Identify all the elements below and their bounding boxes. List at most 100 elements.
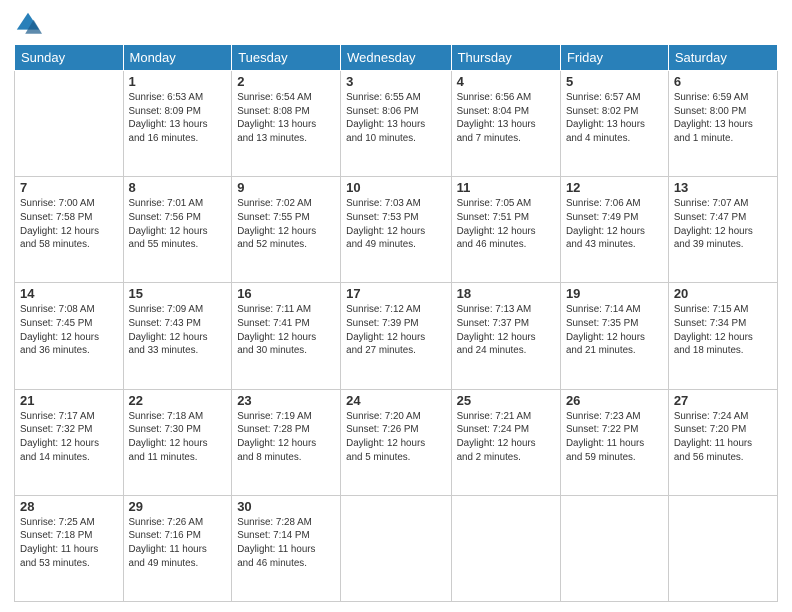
day-number: 13 <box>674 180 772 195</box>
day-cell: 29Sunrise: 7:26 AM Sunset: 7:16 PM Dayli… <box>123 495 232 601</box>
day-info: Sunrise: 6:53 AM Sunset: 8:09 PM Dayligh… <box>129 91 227 146</box>
day-info: Sunrise: 7:19 AM Sunset: 7:28 PM Dayligh… <box>237 410 335 465</box>
day-cell: 30 Sunrise: 7:28 AM Sunset: 7:14 PM Dayli… <box>232 495 341 601</box>
day-number: 14 <box>20 286 118 301</box>
week-row-1: 1 Sunrise: 6:53 AM Sunset: 8:09 PM Daylig… <box>15 71 778 177</box>
day-number: 30 <box>237 499 335 514</box>
logo-icon <box>14 10 42 38</box>
day-number: 21 <box>20 393 118 408</box>
day-cell: 27 Sunrise: 7:24 AM Sunset: 7:20 PM Dayli… <box>668 389 777 495</box>
day-number: 23 <box>237 393 335 408</box>
day-cell: 20 Sunrise: 7:15 AM Sunset: 7:34 PM Dayli… <box>668 283 777 389</box>
day-info: Sunrise: 6:54 AM Sunset: 8:08 PM Dayligh… <box>237 91 335 146</box>
day-cell <box>668 495 777 601</box>
week-row-2: 7 Sunrise: 7:00 AM Sunset: 7:58 PM Daylig… <box>15 177 778 283</box>
day-cell: 16 Sunrise: 7:11 AM Sunset: 7:41 PM Dayli… <box>232 283 341 389</box>
day-cell: 22 Sunrise: 7:18 AM Sunset: 7:30 PM Dayli… <box>123 389 232 495</box>
day-info: Sunrise: 7:14 AM Sunset: 7:35 PM Dayligh… <box>566 303 663 358</box>
day-cell: 4Sunrise: 6:56 AM Sunset: 8:04 PM Daylig… <box>451 71 560 177</box>
calendar: SundayMondayTuesdayWednesdayThursdayFrid… <box>14 44 778 602</box>
day-info: Sunrise: 7:09 AM Sunset: 7:43 PM Dayligh… <box>129 303 227 358</box>
day-cell: 21 Sunrise: 7:17 AM Sunset: 7:32 PM Dayli… <box>15 389 124 495</box>
day-info: Sunrise: 7:00 AM Sunset: 7:58 PM Dayligh… <box>20 197 118 252</box>
day-info: Sunrise: 7:05 AM Sunset: 7:51 PM Dayligh… <box>457 197 555 252</box>
day-info: Sunrise: 7:12 AM Sunset: 7:39 PM Dayligh… <box>346 303 445 358</box>
day-cell: 11 Sunrise: 7:05 AM Sunset: 7:51 PM Dayli… <box>451 177 560 283</box>
col-header-thursday: Thursday <box>451 45 560 71</box>
day-cell: 17 Sunrise: 7:12 AM Sunset: 7:39 PM Dayli… <box>341 283 451 389</box>
day-cell: 7 Sunrise: 7:00 AM Sunset: 7:58 PM Daylig… <box>15 177 124 283</box>
day-cell <box>15 71 124 177</box>
day-info: Sunrise: 7:26 AM Sunset: 7:16 PM Dayligh… <box>129 516 227 571</box>
day-info: Sunrise: 7:24 AM Sunset: 7:20 PM Dayligh… <box>674 410 772 465</box>
col-header-monday: Monday <box>123 45 232 71</box>
day-cell: 15Sunrise: 7:09 AM Sunset: 7:43 PM Dayli… <box>123 283 232 389</box>
day-info: Sunrise: 7:18 AM Sunset: 7:30 PM Dayligh… <box>129 410 227 465</box>
day-info: Sunrise: 7:08 AM Sunset: 7:45 PM Dayligh… <box>20 303 118 358</box>
day-cell: 28Sunrise: 7:25 AM Sunset: 7:18 PM Dayli… <box>15 495 124 601</box>
day-number: 16 <box>237 286 335 301</box>
day-number: 22 <box>129 393 227 408</box>
day-number: 19 <box>566 286 663 301</box>
logo <box>14 10 46 38</box>
day-number: 18 <box>457 286 555 301</box>
day-cell: 10Sunrise: 7:03 AM Sunset: 7:53 PM Dayli… <box>341 177 451 283</box>
day-info: Sunrise: 7:25 AM Sunset: 7:18 PM Dayligh… <box>20 516 118 571</box>
day-info: Sunrise: 7:07 AM Sunset: 7:47 PM Dayligh… <box>674 197 772 252</box>
day-cell: 9 Sunrise: 7:02 AM Sunset: 7:55 PM Daylig… <box>232 177 341 283</box>
day-info: Sunrise: 6:56 AM Sunset: 8:04 PM Dayligh… <box>457 91 555 146</box>
day-cell: 19 Sunrise: 7:14 AM Sunset: 7:35 PM Dayli… <box>560 283 668 389</box>
day-cell: 3 Sunrise: 6:55 AM Sunset: 8:06 PM Daylig… <box>341 71 451 177</box>
day-cell: 23 Sunrise: 7:19 AM Sunset: 7:28 PM Dayli… <box>232 389 341 495</box>
day-number: 12 <box>566 180 663 195</box>
day-cell: 2 Sunrise: 6:54 AM Sunset: 8:08 PM Daylig… <box>232 71 341 177</box>
week-row-5: 28Sunrise: 7:25 AM Sunset: 7:18 PM Dayli… <box>15 495 778 601</box>
day-info: Sunrise: 7:02 AM Sunset: 7:55 PM Dayligh… <box>237 197 335 252</box>
day-number: 20 <box>674 286 772 301</box>
day-number: 11 <box>457 180 555 195</box>
day-cell: 18 Sunrise: 7:13 AM Sunset: 7:37 PM Dayli… <box>451 283 560 389</box>
col-header-tuesday: Tuesday <box>232 45 341 71</box>
day-info: Sunrise: 7:01 AM Sunset: 7:56 PM Dayligh… <box>129 197 227 252</box>
day-info: Sunrise: 7:20 AM Sunset: 7:26 PM Dayligh… <box>346 410 445 465</box>
day-cell <box>341 495 451 601</box>
header-row: SundayMondayTuesdayWednesdayThursdayFrid… <box>15 45 778 71</box>
day-info: Sunrise: 7:23 AM Sunset: 7:22 PM Dayligh… <box>566 410 663 465</box>
col-header-sunday: Sunday <box>15 45 124 71</box>
day-number: 2 <box>237 74 335 89</box>
day-info: Sunrise: 7:21 AM Sunset: 7:24 PM Dayligh… <box>457 410 555 465</box>
week-row-3: 14 Sunrise: 7:08 AM Sunset: 7:45 PM Dayli… <box>15 283 778 389</box>
day-cell: 1 Sunrise: 6:53 AM Sunset: 8:09 PM Daylig… <box>123 71 232 177</box>
day-cell: 24 Sunrise: 7:20 AM Sunset: 7:26 PM Dayli… <box>341 389 451 495</box>
day-cell: 13 Sunrise: 7:07 AM Sunset: 7:47 PM Dayli… <box>668 177 777 283</box>
header <box>14 10 778 38</box>
day-number: 10 <box>346 180 445 195</box>
day-info: Sunrise: 7:11 AM Sunset: 7:41 PM Dayligh… <box>237 303 335 358</box>
day-number: 6 <box>674 74 772 89</box>
day-info: Sunrise: 7:15 AM Sunset: 7:34 PM Dayligh… <box>674 303 772 358</box>
col-header-friday: Friday <box>560 45 668 71</box>
day-number: 25 <box>457 393 555 408</box>
day-info: Sunrise: 7:13 AM Sunset: 7:37 PM Dayligh… <box>457 303 555 358</box>
day-info: Sunrise: 6:55 AM Sunset: 8:06 PM Dayligh… <box>346 91 445 146</box>
day-cell <box>451 495 560 601</box>
day-number: 1 <box>129 74 227 89</box>
day-info: Sunrise: 7:06 AM Sunset: 7:49 PM Dayligh… <box>566 197 663 252</box>
day-number: 3 <box>346 74 445 89</box>
week-row-4: 21 Sunrise: 7:17 AM Sunset: 7:32 PM Dayli… <box>15 389 778 495</box>
day-number: 9 <box>237 180 335 195</box>
day-number: 24 <box>346 393 445 408</box>
col-header-saturday: Saturday <box>668 45 777 71</box>
day-number: 17 <box>346 286 445 301</box>
day-cell: 6 Sunrise: 6:59 AM Sunset: 8:00 PM Daylig… <box>668 71 777 177</box>
day-number: 27 <box>674 393 772 408</box>
day-info: Sunrise: 7:17 AM Sunset: 7:32 PM Dayligh… <box>20 410 118 465</box>
calendar-header: SundayMondayTuesdayWednesdayThursdayFrid… <box>15 45 778 71</box>
day-cell: 14 Sunrise: 7:08 AM Sunset: 7:45 PM Dayli… <box>15 283 124 389</box>
day-info: Sunrise: 6:59 AM Sunset: 8:00 PM Dayligh… <box>674 91 772 146</box>
day-cell: 26Sunrise: 7:23 AM Sunset: 7:22 PM Dayli… <box>560 389 668 495</box>
day-info: Sunrise: 7:28 AM Sunset: 7:14 PM Dayligh… <box>237 516 335 571</box>
day-number: 7 <box>20 180 118 195</box>
day-cell: 8Sunrise: 7:01 AM Sunset: 7:56 PM Daylig… <box>123 177 232 283</box>
day-cell: 12 Sunrise: 7:06 AM Sunset: 7:49 PM Dayli… <box>560 177 668 283</box>
